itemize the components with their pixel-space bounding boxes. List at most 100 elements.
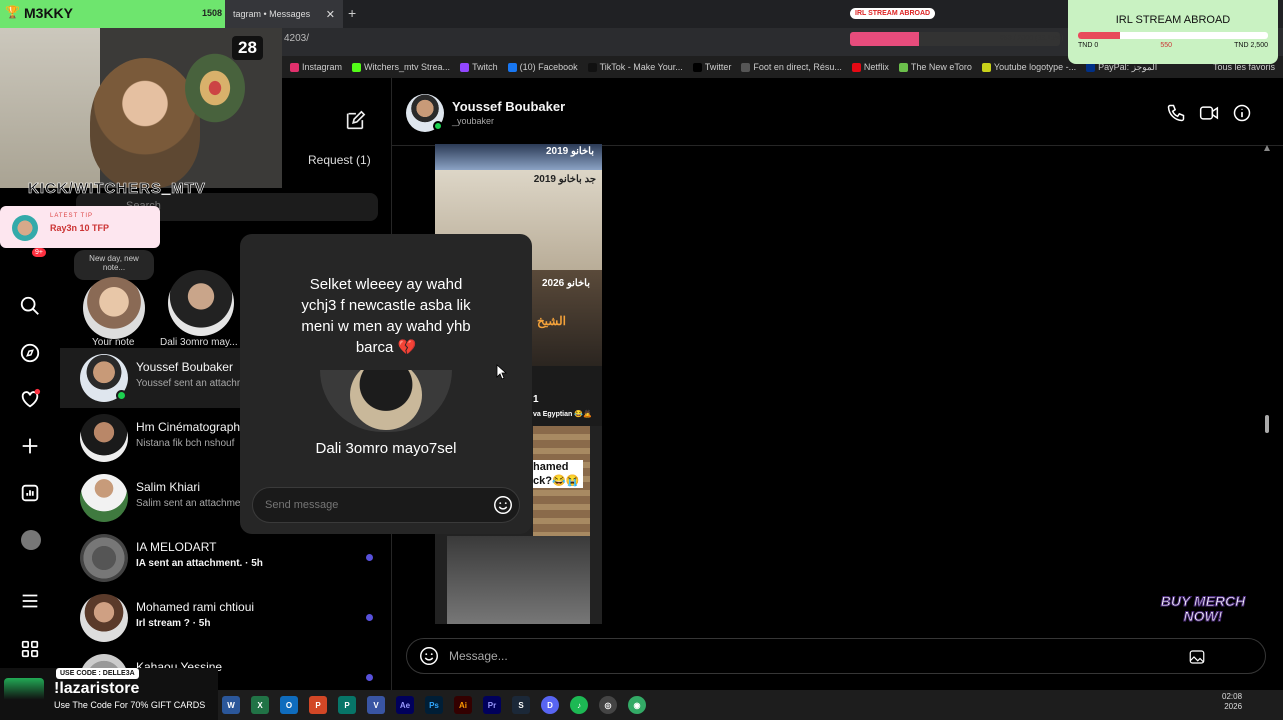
note-author-name: Dali 3omro mayo7sel [315, 440, 457, 457]
discord-icon[interactable]: D [541, 696, 559, 714]
new-tab-icon[interactable]: + [348, 5, 356, 21]
excel-icon[interactable]: X [251, 696, 269, 714]
url-text[interactable]: 4203/ [284, 33, 309, 44]
thumb-caption: باخانو 2026 [541, 278, 590, 289]
message-input-bar[interactable] [406, 638, 1266, 674]
bookmark-icon [507, 62, 517, 72]
goal-track [1078, 32, 1268, 39]
bookmark-icon [460, 62, 470, 72]
conversation-preview: IA sent an attachment. · 5h [136, 558, 263, 569]
notification-badge: 9+ [32, 248, 46, 257]
bookmark-item[interactable]: Netflix [851, 62, 889, 72]
scrollbar[interactable] [1263, 145, 1271, 635]
message-input[interactable]: Message... [449, 649, 508, 663]
send-message-input[interactable] [252, 487, 520, 523]
compose-icon[interactable] [344, 110, 366, 132]
request-link[interactable]: Request (1) [308, 153, 371, 167]
your-note-avatar[interactable] [83, 277, 145, 339]
browser-icon[interactable]: ◉ [628, 696, 646, 714]
menu-icon[interactable] [19, 590, 41, 612]
conversation-preview: Salim sent an attachme [136, 498, 241, 509]
bookmark-icon [290, 62, 299, 72]
conversation-name: Hm Cinématograph [136, 420, 241, 434]
spotify-icon[interactable]: ♪ [570, 696, 588, 714]
store-logo [4, 678, 44, 714]
explore-icon[interactable] [19, 342, 41, 364]
bookmark-item[interactable]: (10) Facebook [507, 62, 578, 72]
merch-line: NOW! [1183, 608, 1223, 624]
apps-icon[interactable] [19, 638, 41, 660]
conversation-row[interactable]: IA MELODART IA sent an attachment. · 5h [60, 528, 392, 588]
video-call-icon[interactable] [1199, 103, 1219, 123]
bookmark-item[interactable]: Twitter [692, 62, 732, 72]
cam-decor [180, 48, 250, 128]
thumb-caption: va Egyptian 😂🙇 [533, 411, 592, 418]
bookmark-item[interactable]: Twitch [460, 62, 498, 72]
steam-icon[interactable]: S [512, 696, 530, 714]
conversation-name: Mohamed rami chtioui [136, 600, 255, 614]
chat-name[interactable]: Youssef Boubaker [452, 99, 565, 114]
bookmark-item[interactable]: TikTok - Make Your... [587, 62, 683, 72]
clock-time: 02:08 [1222, 692, 1243, 701]
note-avatar[interactable] [168, 270, 234, 336]
viewer-count: 1508 [202, 8, 223, 18]
thumb-caption: 1 [533, 394, 539, 405]
bookmark-item[interactable]: The New eToro [898, 62, 972, 72]
kick-handle: KICK/WITCHERS_MTV [28, 180, 206, 198]
premiere-icon[interactable]: Pr [483, 696, 501, 714]
promo-code: USE CODE : DELLE3A [56, 668, 139, 679]
bookmark-icon [692, 62, 702, 72]
dashboard-icon[interactable] [19, 482, 41, 504]
bookmark-label: The New eToro [910, 62, 972, 72]
unread-dot [366, 674, 373, 681]
conversation-row[interactable]: Mohamed rami chtioui Irl stream ? · 5h [60, 588, 392, 648]
word-icon[interactable]: W [222, 696, 240, 714]
visio-icon[interactable]: V [367, 696, 385, 714]
info-icon[interactable] [1232, 103, 1252, 123]
bookmark-item[interactable]: Instagram [290, 62, 342, 72]
bookmark-item[interactable]: Youtube logotype -... [981, 62, 1077, 72]
after-effects-icon[interactable]: Ae [396, 696, 414, 714]
close-icon[interactable]: ✕ [326, 8, 335, 21]
taskbar-clock[interactable]: 02:08 2026 [1222, 692, 1242, 712]
chat-username: _youbaker [452, 116, 495, 126]
phone-icon[interactable] [1166, 103, 1186, 123]
bookmark-item[interactable]: Witchers_mtv Strea... [352, 62, 450, 72]
thumb-caption: جد باخانو 2019 [533, 174, 596, 185]
conversation-avatar [80, 594, 128, 642]
bookmark-label: Youtube logotype -... [993, 62, 1077, 72]
unread-dot [366, 614, 373, 621]
goal-left: TND 0 [1078, 42, 1099, 49]
emoji-icon[interactable] [492, 494, 514, 516]
outlook-icon[interactable]: O [280, 696, 298, 714]
profile-avatar[interactable] [21, 530, 41, 550]
chrome-icon[interactable]: ◎ [599, 696, 617, 714]
emoji-icon[interactable] [418, 645, 440, 667]
powerpoint-icon[interactable]: P [309, 696, 327, 714]
unread-dot [366, 554, 373, 561]
merch-banner: BUY MERCH NOW! [1160, 593, 1246, 624]
photoshop-icon[interactable]: Ps [425, 696, 443, 714]
illustrator-icon[interactable]: Ai [454, 696, 472, 714]
streamer-name: M3KKY [24, 5, 74, 21]
screen: tagram • Messages ✕ + 4203/ IRL STREAM A… [0, 0, 1283, 720]
search-icon[interactable] [19, 295, 41, 317]
bookmark-item[interactable]: Foot en direct, Résu... [741, 62, 842, 72]
bookmark-label: Instagram [302, 62, 343, 72]
stream-badge: IRL STREAM ABROAD [850, 8, 936, 19]
note-bubble[interactable]: New day, new note... [74, 250, 154, 280]
conversation-preview: Irl stream ? · 5h [136, 618, 211, 629]
tip-label: LATEST TIP [50, 213, 94, 219]
merch-line: BUY MERCH [1160, 593, 1246, 609]
image-icon[interactable] [1188, 648, 1206, 666]
conversation-preview: Youssef sent an attachm [136, 378, 246, 389]
bookmark-label: Witchers_mtv Strea... [364, 62, 451, 72]
goal-fill [1078, 32, 1120, 39]
create-icon[interactable] [19, 435, 41, 457]
heart-icon[interactable] [19, 388, 41, 410]
bookmark-label: Twitter [704, 62, 732, 72]
taskbar: W X O P P V Ae Ps Ai Pr S D ♪ ◎ ◉ [218, 690, 1283, 720]
bookmark-icon [981, 62, 991, 72]
browser-tab[interactable]: tagram • Messages ✕ [225, 0, 343, 28]
publisher-icon[interactable]: P [338, 696, 356, 714]
